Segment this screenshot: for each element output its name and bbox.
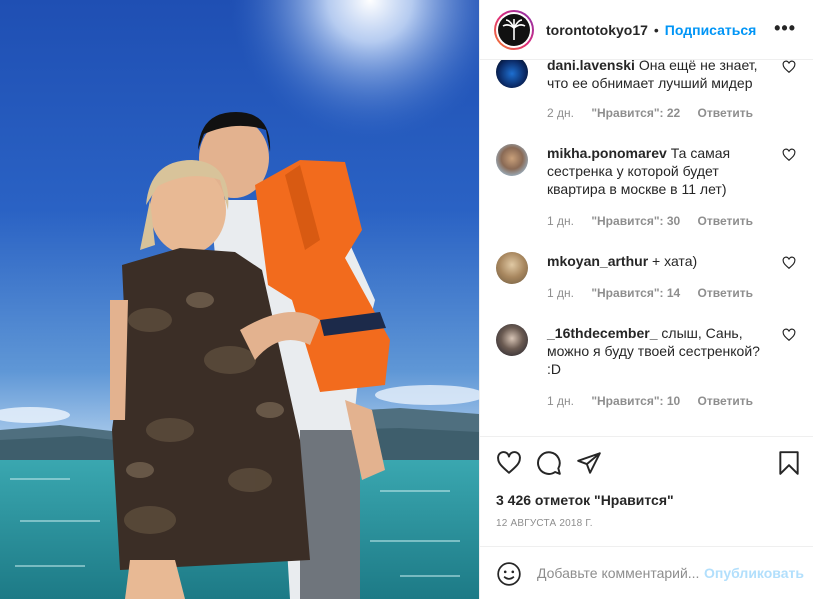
follow-button[interactable]: Подписаться xyxy=(665,22,757,38)
comment-like-icon[interactable] xyxy=(782,148,796,162)
comment-age: 1 дн. xyxy=(547,286,574,300)
bookmark-icon[interactable] xyxy=(776,450,802,476)
comment-text-block: _16thdecember_ слыш, Сань, можно я буду … xyxy=(547,324,772,378)
header-separator: • xyxy=(653,21,659,38)
post-photo[interactable] xyxy=(0,0,479,599)
author-username[interactable]: torontotokyo17 xyxy=(546,22,648,38)
comment-likes-count[interactable]: "Нравится": 10 xyxy=(591,394,680,408)
comment-item: mikha.ponomarev Та самая сестренка у кот… xyxy=(496,144,796,234)
palm-logo-icon xyxy=(502,18,526,40)
comment-age: 1 дн. xyxy=(547,394,574,408)
comment-meta: 1 дн. "Нравится": 14 Ответить xyxy=(547,286,767,300)
commenter-avatar[interactable] xyxy=(496,252,528,284)
share-icon[interactable] xyxy=(576,450,602,476)
add-comment-bar: Добавьте комментарий... Опубликовать xyxy=(480,546,813,599)
photo-scene xyxy=(0,0,479,599)
reply-button[interactable]: Ответить xyxy=(698,286,753,300)
author-avatar[interactable] xyxy=(494,9,534,50)
reply-button[interactable]: Ответить xyxy=(698,394,753,408)
more-options-icon[interactable]: ••• xyxy=(774,18,796,39)
comment-likes-count[interactable]: "Нравится": 30 xyxy=(591,214,680,228)
reply-button[interactable]: Ответить xyxy=(698,106,753,120)
comment-age: 2 дн. xyxy=(547,106,574,120)
smiley-icon[interactable] xyxy=(496,561,522,587)
comment-like-icon[interactable] xyxy=(782,256,796,270)
post-actions: 3 426 отметок "Нравится" 12 АВГУСТА 2018… xyxy=(480,436,813,546)
post-header: torontotokyo17 • Подписаться ••• xyxy=(480,0,813,60)
comment-item: mkoyan_arthur + хата) 1 дн. "Нравится": … xyxy=(496,252,796,306)
comments-list[interactable]: dani.lavenski Она ещё не знает, что ее о… xyxy=(480,60,813,436)
comment-like-icon[interactable] xyxy=(782,60,796,74)
commenter-avatar[interactable] xyxy=(496,144,528,176)
comment-meta: 1 дн. "Нравится": 30 Ответить xyxy=(547,214,767,228)
post-panel: torontotokyo17 • Подписаться ••• dani.la… xyxy=(479,0,813,599)
commenter-avatar[interactable] xyxy=(496,324,528,356)
comment-item: dani.lavenski Она ещё не знает, что ее о… xyxy=(496,60,796,126)
comment-likes-count[interactable]: "Нравится": 22 xyxy=(591,106,680,120)
comment-meta: 1 дн. "Нравится": 10 Ответить xyxy=(547,394,767,408)
comment-text-block: mkoyan_arthur + хата) xyxy=(547,252,772,270)
comment-item: _16thdecember_ слыш, Сань, можно я буду … xyxy=(496,324,796,414)
comment-input[interactable]: Добавьте комментарий... xyxy=(537,565,702,581)
comment-username[interactable]: dani.lavenski xyxy=(547,60,635,73)
post-date[interactable]: 12 АВГУСТА 2018 Г. xyxy=(496,518,593,529)
comment-meta: 2 дн. "Нравится": 22 Ответить xyxy=(547,106,767,120)
publish-button[interactable]: Опубликовать xyxy=(704,565,804,581)
comment-username[interactable]: mikha.ponomarev xyxy=(547,145,667,161)
comment-likes-count[interactable]: "Нравится": 14 xyxy=(591,286,680,300)
comment-text-block: dani.lavenski Она ещё не знает, что ее о… xyxy=(547,60,772,92)
comment-username[interactable]: mkoyan_arthur xyxy=(547,253,648,269)
heart-icon[interactable] xyxy=(496,450,522,476)
comment-age: 1 дн. xyxy=(547,214,574,228)
reply-button[interactable]: Ответить xyxy=(698,214,753,228)
comment-text-block: mikha.ponomarev Та самая сестренка у кот… xyxy=(547,144,772,198)
likes-count[interactable]: 3 426 отметок "Нравится" xyxy=(496,492,674,508)
commenter-avatar[interactable] xyxy=(496,60,528,88)
comment-icon[interactable] xyxy=(536,450,562,476)
comment-username[interactable]: _16thdecember_ xyxy=(547,325,658,341)
comment-like-icon[interactable] xyxy=(782,328,796,342)
comment-text: + хата) xyxy=(652,253,698,269)
